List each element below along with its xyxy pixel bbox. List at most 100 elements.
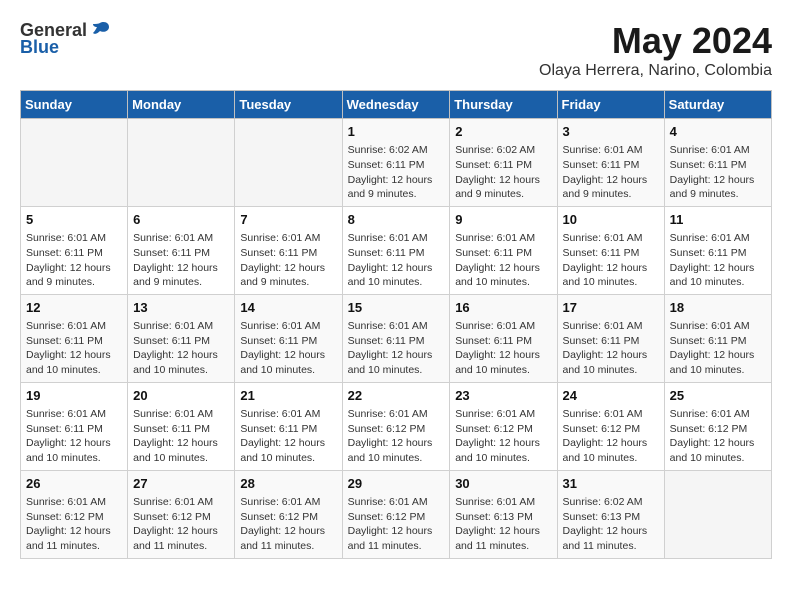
day-info: Sunrise: 6:01 AM Sunset: 6:12 PM Dayligh… bbox=[348, 407, 445, 466]
day-info: Sunrise: 6:01 AM Sunset: 6:12 PM Dayligh… bbox=[563, 407, 659, 466]
day-info: Sunrise: 6:01 AM Sunset: 6:12 PM Dayligh… bbox=[133, 495, 229, 554]
calendar-week-row: 12 Sunrise: 6:01 AM Sunset: 6:11 PM Dayli… bbox=[21, 294, 772, 382]
day-info: Sunrise: 6:01 AM Sunset: 6:11 PM Dayligh… bbox=[455, 231, 551, 290]
calendar-day-31: 31 Sunrise: 6:02 AM Sunset: 6:13 PM Dayli… bbox=[557, 470, 664, 558]
page-header: General Blue May 2024 Olaya Herrera, Nar… bbox=[20, 20, 772, 80]
day-number: 2 bbox=[455, 123, 551, 141]
day-number: 4 bbox=[670, 123, 766, 141]
calendar-day-6: 6 Sunrise: 6:01 AM Sunset: 6:11 PM Daylig… bbox=[128, 206, 235, 294]
day-info: Sunrise: 6:01 AM Sunset: 6:11 PM Dayligh… bbox=[455, 319, 551, 378]
calendar-week-row: 26 Sunrise: 6:01 AM Sunset: 6:12 PM Dayli… bbox=[21, 470, 772, 558]
calendar-day-3: 3Sunrise: 6:01 AM Sunset: 6:11 PM Daylig… bbox=[557, 119, 664, 207]
day-info: Sunrise: 6:02 AM Sunset: 6:11 PM Dayligh… bbox=[455, 143, 551, 202]
day-number: 6 bbox=[133, 211, 229, 229]
day-info: Sunrise: 6:01 AM Sunset: 6:11 PM Dayligh… bbox=[563, 319, 659, 378]
day-number: 10 bbox=[563, 211, 659, 229]
day-number: 30 bbox=[455, 475, 551, 493]
calendar-day-18: 18Sunrise: 6:01 AM Sunset: 6:11 PM Dayli… bbox=[664, 294, 771, 382]
calendar-day-19: 19 Sunrise: 6:01 AM Sunset: 6:11 PM Dayli… bbox=[21, 382, 128, 470]
day-number: 17 bbox=[563, 299, 659, 317]
calendar-day-22: 22Sunrise: 6:01 AM Sunset: 6:12 PM Dayli… bbox=[342, 382, 450, 470]
logo: General Blue bbox=[20, 20, 111, 58]
day-info: Sunrise: 6:01 AM Sunset: 6:12 PM Dayligh… bbox=[240, 495, 336, 554]
day-number: 15 bbox=[348, 299, 445, 317]
month-title: May 2024 bbox=[539, 20, 772, 62]
calendar-day-7: 7Sunrise: 6:01 AM Sunset: 6:11 PM Daylig… bbox=[235, 206, 342, 294]
day-number: 12 bbox=[26, 299, 122, 317]
day-number: 3 bbox=[563, 123, 659, 141]
calendar-day-27: 27 Sunrise: 6:01 AM Sunset: 6:12 PM Dayli… bbox=[128, 470, 235, 558]
weekday-header-row: SundayMondayTuesdayWednesdayThursdayFrid… bbox=[21, 91, 772, 119]
weekday-header-friday: Friday bbox=[557, 91, 664, 119]
day-info: Sunrise: 6:01 AM Sunset: 6:11 PM Dayligh… bbox=[240, 319, 336, 378]
day-number: 26 bbox=[26, 475, 122, 493]
day-number: 14 bbox=[240, 299, 336, 317]
calendar-table: SundayMondayTuesdayWednesdayThursdayFrid… bbox=[20, 90, 772, 559]
day-info: Sunrise: 6:01 AM Sunset: 6:11 PM Dayligh… bbox=[133, 231, 229, 290]
weekday-header-thursday: Thursday bbox=[450, 91, 557, 119]
calendar-day-29: 29 Sunrise: 6:01 AM Sunset: 6:12 PM Dayli… bbox=[342, 470, 450, 558]
calendar-day-11: 11Sunrise: 6:01 AM Sunset: 6:11 PM Dayli… bbox=[664, 206, 771, 294]
calendar-day-13: 13Sunrise: 6:01 AM Sunset: 6:11 PM Dayli… bbox=[128, 294, 235, 382]
day-info: Sunrise: 6:01 AM Sunset: 6:12 PM Dayligh… bbox=[348, 495, 445, 554]
day-info: Sunrise: 6:01 AM Sunset: 6:11 PM Dayligh… bbox=[670, 319, 766, 378]
weekday-header-tuesday: Tuesday bbox=[235, 91, 342, 119]
title-area: May 2024 Olaya Herrera, Narino, Colombia bbox=[539, 20, 772, 80]
day-number: 20 bbox=[133, 387, 229, 405]
calendar-day-9: 9 Sunrise: 6:01 AM Sunset: 6:11 PM Daylig… bbox=[450, 206, 557, 294]
day-info: Sunrise: 6:01 AM Sunset: 6:12 PM Dayligh… bbox=[26, 495, 122, 554]
calendar-day-25: 25Sunrise: 6:01 AM Sunset: 6:12 PM Dayli… bbox=[664, 382, 771, 470]
day-info: Sunrise: 6:01 AM Sunset: 6:11 PM Dayligh… bbox=[26, 407, 122, 466]
day-info: Sunrise: 6:01 AM Sunset: 6:13 PM Dayligh… bbox=[455, 495, 551, 554]
calendar-day-14: 14 Sunrise: 6:01 AM Sunset: 6:11 PM Dayli… bbox=[235, 294, 342, 382]
day-info: Sunrise: 6:01 AM Sunset: 6:11 PM Dayligh… bbox=[348, 231, 445, 290]
day-info: Sunrise: 6:01 AM Sunset: 6:11 PM Dayligh… bbox=[133, 319, 229, 378]
day-number: 23 bbox=[455, 387, 551, 405]
empty-day bbox=[235, 119, 342, 207]
day-number: 27 bbox=[133, 475, 229, 493]
day-info: Sunrise: 6:01 AM Sunset: 6:11 PM Dayligh… bbox=[670, 231, 766, 290]
calendar-day-15: 15 Sunrise: 6:01 AM Sunset: 6:11 PM Dayli… bbox=[342, 294, 450, 382]
day-number: 24 bbox=[563, 387, 659, 405]
day-number: 8 bbox=[348, 211, 445, 229]
day-number: 29 bbox=[348, 475, 445, 493]
day-info: Sunrise: 6:01 AM Sunset: 6:11 PM Dayligh… bbox=[26, 231, 122, 290]
day-info: Sunrise: 6:02 AM Sunset: 6:13 PM Dayligh… bbox=[563, 495, 659, 554]
weekday-header-sunday: Sunday bbox=[21, 91, 128, 119]
calendar-day-1: 1 Sunrise: 6:02 AM Sunset: 6:11 PM Daylig… bbox=[342, 119, 450, 207]
weekday-header-monday: Monday bbox=[128, 91, 235, 119]
calendar-week-row: 5 Sunrise: 6:01 AM Sunset: 6:11 PM Daylig… bbox=[21, 206, 772, 294]
calendar-day-16: 16 Sunrise: 6:01 AM Sunset: 6:11 PM Dayli… bbox=[450, 294, 557, 382]
calendar-day-30: 30 Sunrise: 6:01 AM Sunset: 6:13 PM Dayli… bbox=[450, 470, 557, 558]
weekday-header-wednesday: Wednesday bbox=[342, 91, 450, 119]
calendar-day-5: 5 Sunrise: 6:01 AM Sunset: 6:11 PM Daylig… bbox=[21, 206, 128, 294]
day-info: Sunrise: 6:01 AM Sunset: 6:11 PM Dayligh… bbox=[348, 319, 445, 378]
empty-day bbox=[664, 470, 771, 558]
calendar-day-26: 26 Sunrise: 6:01 AM Sunset: 6:12 PM Dayli… bbox=[21, 470, 128, 558]
calendar-day-8: 8 Sunrise: 6:01 AM Sunset: 6:11 PM Daylig… bbox=[342, 206, 450, 294]
day-info: Sunrise: 6:02 AM Sunset: 6:11 PM Dayligh… bbox=[348, 143, 445, 202]
calendar-day-28: 28 Sunrise: 6:01 AM Sunset: 6:12 PM Dayli… bbox=[235, 470, 342, 558]
calendar-day-24: 24 Sunrise: 6:01 AM Sunset: 6:12 PM Dayli… bbox=[557, 382, 664, 470]
day-number: 1 bbox=[348, 123, 445, 141]
day-info: Sunrise: 6:01 AM Sunset: 6:11 PM Dayligh… bbox=[563, 231, 659, 290]
day-number: 7 bbox=[240, 211, 336, 229]
day-number: 31 bbox=[563, 475, 659, 493]
day-number: 9 bbox=[455, 211, 551, 229]
calendar-day-20: 20Sunrise: 6:01 AM Sunset: 6:11 PM Dayli… bbox=[128, 382, 235, 470]
day-info: Sunrise: 6:01 AM Sunset: 6:12 PM Dayligh… bbox=[670, 407, 766, 466]
day-number: 28 bbox=[240, 475, 336, 493]
calendar-day-12: 12Sunrise: 6:01 AM Sunset: 6:11 PM Dayli… bbox=[21, 294, 128, 382]
day-number: 16 bbox=[455, 299, 551, 317]
calendar-day-2: 2 Sunrise: 6:02 AM Sunset: 6:11 PM Daylig… bbox=[450, 119, 557, 207]
weekday-header-saturday: Saturday bbox=[664, 91, 771, 119]
day-info: Sunrise: 6:01 AM Sunset: 6:11 PM Dayligh… bbox=[670, 143, 766, 202]
calendar-day-17: 17 Sunrise: 6:01 AM Sunset: 6:11 PM Dayli… bbox=[557, 294, 664, 382]
logo-bird-icon bbox=[89, 19, 111, 41]
day-number: 5 bbox=[26, 211, 122, 229]
day-number: 19 bbox=[26, 387, 122, 405]
calendar-day-4: 4 Sunrise: 6:01 AM Sunset: 6:11 PM Daylig… bbox=[664, 119, 771, 207]
location-title: Olaya Herrera, Narino, Colombia bbox=[539, 62, 772, 80]
calendar-day-10: 10 Sunrise: 6:01 AM Sunset: 6:11 PM Dayli… bbox=[557, 206, 664, 294]
day-info: Sunrise: 6:01 AM Sunset: 6:11 PM Dayligh… bbox=[240, 407, 336, 466]
